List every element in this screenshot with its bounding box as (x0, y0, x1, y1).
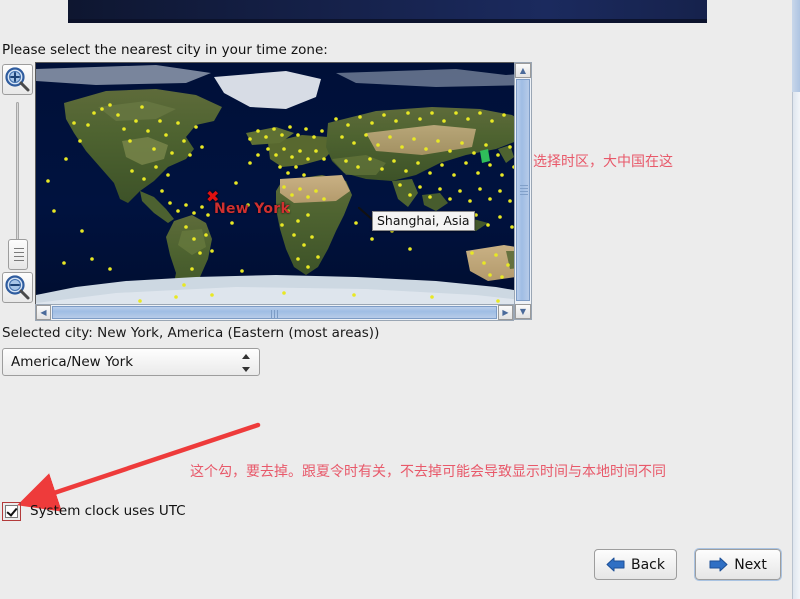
utc-checkbox[interactable] (5, 504, 18, 518)
zoom-level-slider-handle[interactable] (8, 239, 28, 270)
scroll-right-arrow-icon[interactable]: ▶ (498, 305, 513, 320)
timezone-select-value: America/New York (11, 354, 134, 370)
map-horizontal-scroll-thumb[interactable] (52, 306, 497, 319)
slider-grip-icon (14, 248, 24, 262)
timezone-map[interactable]: ✖ New York Shanghai, Asia (35, 62, 532, 320)
window-vertical-scrollbar[interactable] (792, 0, 800, 599)
selected-city-text: Selected city: New York, America (Easter… (2, 325, 380, 341)
scroll-thumb-grip-icon (520, 185, 528, 195)
arrow-left-icon (606, 557, 625, 572)
utc-checkbox-highlight (2, 501, 21, 521)
arrow-right-icon (709, 557, 728, 572)
zoom-in-button[interactable] (2, 64, 33, 95)
system-clock-utc-row[interactable]: System clock uses UTC (2, 500, 186, 522)
installer-header-banner-edge (68, 19, 707, 23)
scroll-left-arrow-icon[interactable]: ◀ (36, 305, 51, 320)
back-button[interactable]: Back (594, 549, 677, 580)
map-vertical-scrollbar[interactable]: ▲ ▼ (514, 62, 532, 320)
utc-checkbox-label: System clock uses UTC (30, 503, 186, 519)
chevron-updown-icon (241, 354, 251, 372)
map-horizontal-scrollbar[interactable]: ◀ ▶ (35, 304, 514, 321)
timezone-select[interactable]: America/New York (2, 348, 260, 376)
scroll-up-arrow-icon[interactable]: ▲ (515, 63, 531, 78)
world-map-image[interactable] (36, 63, 531, 319)
map-hover-tooltip: Shanghai, Asia (372, 211, 475, 231)
next-button[interactable]: Next (694, 548, 782, 581)
zoom-out-button[interactable] (2, 272, 33, 303)
scroll-thumb-grip-icon (270, 310, 279, 318)
map-vertical-scroll-thumb[interactable] (516, 79, 530, 301)
page-title: Please select the nearest city in your t… (2, 42, 328, 58)
back-button-label: Back (631, 556, 665, 573)
selected-city-marker: ✖ (206, 187, 220, 206)
window-scroll-thumb[interactable] (792, 0, 800, 92)
scroll-down-arrow-icon[interactable]: ▼ (515, 304, 531, 319)
zoom-in-magnifier-icon (5, 67, 30, 92)
next-button-label: Next (734, 556, 767, 573)
annotation-map-note: 选择时区，大中国在这 (533, 154, 673, 170)
zoom-out-magnifier-icon (5, 275, 30, 300)
